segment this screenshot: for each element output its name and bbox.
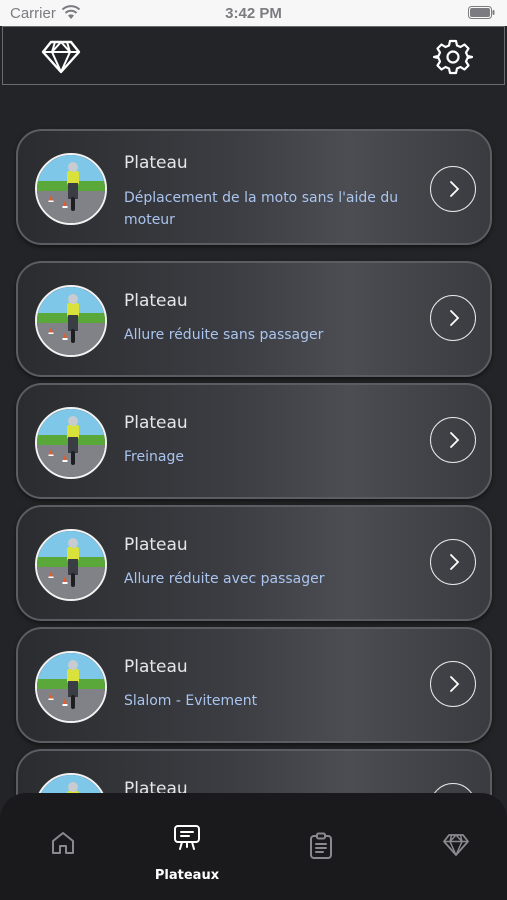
status-time: 3:42 PM bbox=[225, 5, 282, 22]
plateau-card[interactable]: Plateau Freinage bbox=[16, 383, 492, 499]
motorcycle-illustration bbox=[37, 775, 105, 795]
home-icon bbox=[52, 832, 74, 854]
tab-plateaux[interactable]: Plateaux bbox=[124, 793, 250, 900]
card-subtitle: Déplacement de la moto sans l'aide du mo… bbox=[124, 190, 399, 228]
card-title: Plateau bbox=[124, 657, 188, 677]
chevron-right-icon bbox=[450, 432, 460, 448]
chevron-right-icon bbox=[450, 310, 460, 326]
moto-thumbnail bbox=[35, 773, 107, 795]
card-subtitle: Freinage bbox=[124, 449, 184, 465]
tab-home[interactable] bbox=[0, 793, 126, 900]
card-title: Plateau bbox=[124, 535, 188, 555]
open-plateau-button[interactable] bbox=[430, 417, 476, 463]
open-plateau-button[interactable] bbox=[430, 539, 476, 585]
presentation-icon bbox=[174, 825, 200, 850]
motorcycle-illustration bbox=[37, 409, 105, 477]
moto-thumbnail bbox=[35, 529, 107, 601]
plateau-card[interactable]: Plateau Slalom - Evitement bbox=[16, 627, 492, 743]
chevron-right-icon bbox=[450, 181, 460, 197]
chevron-right-icon bbox=[450, 676, 460, 692]
diamond-icon bbox=[443, 834, 469, 856]
chevron-right-icon bbox=[450, 554, 460, 570]
tab-bar: Plateaux bbox=[0, 793, 507, 900]
motorcycle-illustration bbox=[37, 155, 105, 223]
motorcycle-illustration bbox=[37, 653, 105, 721]
open-plateau-button[interactable] bbox=[430, 661, 476, 707]
card-subtitle: Allure réduite avec passager bbox=[124, 571, 325, 587]
top-bar bbox=[2, 26, 505, 85]
moto-thumbnail bbox=[35, 285, 107, 357]
card-title: Plateau bbox=[124, 291, 188, 311]
motorcycle-illustration bbox=[37, 287, 105, 355]
card-title: Plateau bbox=[124, 413, 188, 433]
battery-icon bbox=[468, 6, 495, 19]
moto-thumbnail bbox=[35, 651, 107, 723]
gear-icon bbox=[432, 39, 474, 75]
plateau-card[interactable]: Plateau Allure réduite sans passager bbox=[16, 261, 492, 377]
card-title: Plateau bbox=[124, 153, 188, 173]
plateau-card[interactable]: Plateau bbox=[16, 749, 492, 795]
open-plateau-button[interactable] bbox=[430, 295, 476, 341]
card-subtitle: Allure réduite sans passager bbox=[124, 327, 324, 343]
status-bar: Carrier 3:42 PM bbox=[0, 0, 507, 26]
premium-button[interactable] bbox=[41, 39, 81, 75]
diamond-icon bbox=[41, 40, 81, 74]
tab-premium[interactable] bbox=[393, 793, 507, 900]
settings-button[interactable] bbox=[432, 37, 474, 77]
plateaux-list[interactable]: Plateau Déplacement de la moto sans l'ai… bbox=[0, 85, 507, 795]
moto-thumbnail bbox=[35, 407, 107, 479]
open-plateau-button[interactable] bbox=[430, 166, 476, 212]
clipboard-icon bbox=[310, 832, 332, 859]
plateau-card[interactable]: Plateau Allure réduite avec passager bbox=[16, 505, 492, 621]
card-subtitle: Slalom - Evitement bbox=[124, 693, 258, 709]
tab-label: Plateaux bbox=[154, 868, 220, 883]
motorcycle-illustration bbox=[37, 531, 105, 599]
moto-thumbnail bbox=[35, 153, 107, 225]
tab-tests[interactable] bbox=[258, 793, 384, 900]
plateau-card[interactable]: Plateau Déplacement de la moto sans l'ai… bbox=[16, 129, 492, 245]
